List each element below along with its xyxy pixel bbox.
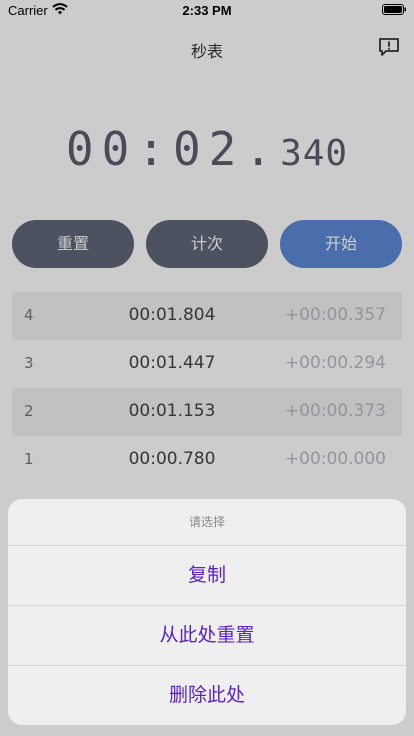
- reset-from-here-action[interactable]: 从此处重置: [8, 606, 406, 666]
- action-sheet: 请选择 复制 从此处重置 删除此处: [8, 499, 406, 725]
- action-sheet-title: 请选择: [8, 499, 406, 546]
- copy-action[interactable]: 复制: [8, 546, 406, 606]
- delete-here-action[interactable]: 删除此处: [8, 666, 406, 725]
